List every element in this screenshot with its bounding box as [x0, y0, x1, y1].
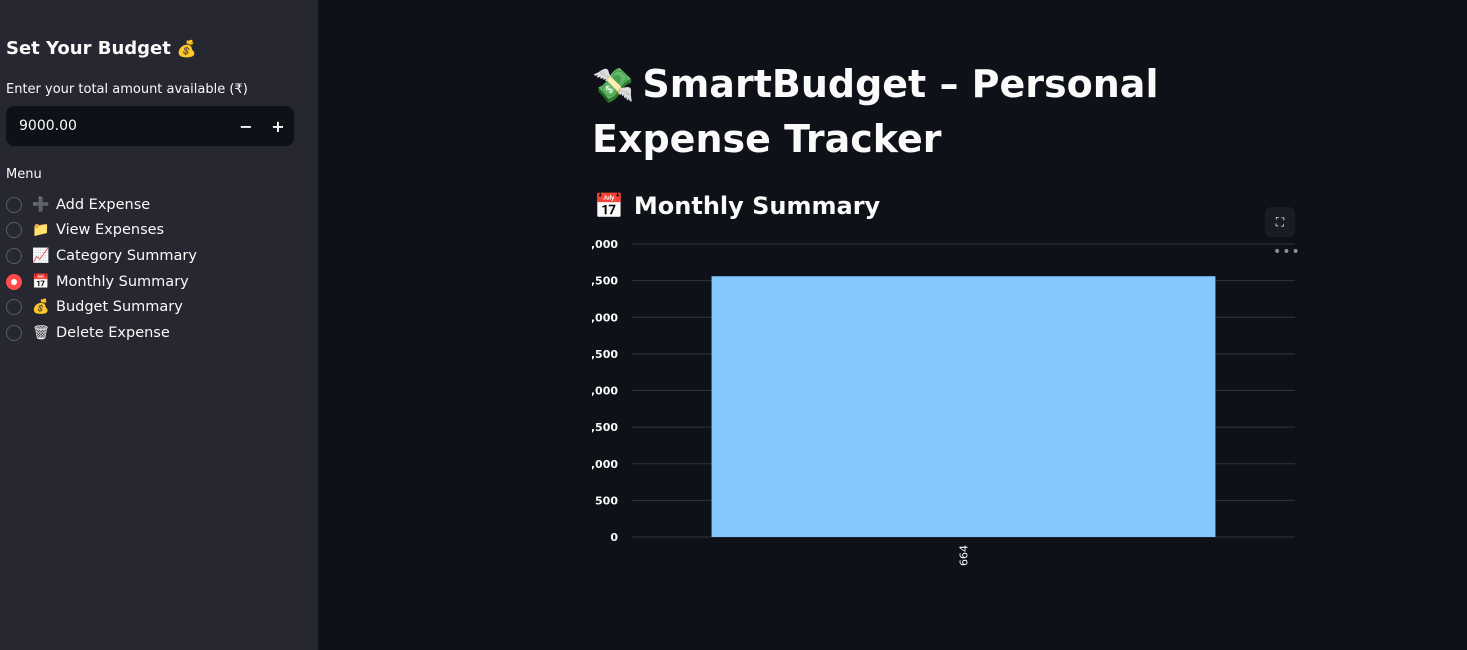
y-tick-label: 0 — [610, 531, 618, 544]
sidebar: Set Your Budget 💰 Enter your total amoun… — [0, 0, 318, 650]
menu-item-budget-summary[interactable]: 💰 Budget Summary — [6, 294, 197, 320]
radio-button[interactable] — [6, 299, 22, 316]
amount-input[interactable] — [6, 118, 230, 134]
y-tick-label: 3,000 — [592, 311, 618, 324]
radio-button[interactable] — [6, 324, 22, 341]
menu-item-icon: ➕ — [32, 196, 50, 213]
radio-button[interactable] — [6, 196, 22, 213]
menu-label: Menu — [6, 167, 42, 182]
decrement-button[interactable]: − — [230, 106, 262, 146]
calendar-icon: 📅 — [594, 192, 624, 220]
y-tick-label: 2,000 — [592, 385, 618, 398]
money-with-wings-icon: 💸 — [592, 66, 635, 106]
radio-button[interactable] — [6, 273, 22, 290]
main-content: 💸 SmartBudget – Personal Expense Tracker … — [318, 0, 1467, 650]
menu-item-label: Delete Expense — [56, 324, 170, 341]
amount-label: Enter your total amount available (₹) — [6, 82, 248, 97]
radio-button[interactable] — [6, 247, 22, 264]
y-tick-label: 2,500 — [592, 348, 618, 361]
sidebar-title: Set Your Budget 💰 — [6, 38, 197, 59]
page-title-text: SmartBudget – Personal Expense Tracker — [592, 62, 1159, 161]
fullscreen-icon[interactable]: ⛶ — [1265, 207, 1295, 237]
money-bag-icon: 💰 — [176, 38, 197, 58]
menu-item-icon: 📅 — [32, 273, 50, 290]
menu-item-icon: 📈 — [32, 247, 50, 264]
menu-item-label: Budget Summary — [56, 299, 183, 316]
y-tick-label: 3,500 — [592, 275, 618, 288]
menu-item-delete-expense[interactable]: 🗑 Delete Expense — [6, 320, 197, 346]
x-tick-label: 664 — [958, 545, 971, 566]
section-title-text: Monthly Summary — [633, 192, 881, 220]
menu-item-category-summary[interactable]: 📈 Category Summary — [6, 243, 197, 269]
menu-item-add-expense[interactable]: ➕ Add Expense — [6, 192, 197, 218]
menu-item-view-expenses[interactable]: 📁 View Expenses — [6, 218, 197, 244]
y-tick-label: 1,000 — [592, 458, 618, 471]
y-tick-label: 1,500 — [592, 421, 618, 434]
app: Set Your Budget 💰 Enter your total amoun… — [0, 0, 1467, 650]
amount-number-input: − + — [6, 106, 294, 146]
sidebar-title-text: Set Your Budget — [6, 38, 171, 59]
bar — [711, 276, 1216, 537]
menu-item-label: Add Expense — [56, 196, 151, 213]
menu-item-label: View Expenses — [56, 222, 165, 239]
menu-item-icon: 💰 — [32, 299, 50, 316]
y-tick-label: 4,000 — [592, 238, 618, 251]
menu-item-monthly-summary[interactable]: 📅 Monthly Summary — [6, 269, 197, 295]
section-title: 📅 Monthly Summary — [594, 192, 880, 220]
menu-item-icon: 🗑 — [32, 324, 50, 341]
radio-button[interactable] — [6, 222, 22, 239]
menu-item-icon: 📁 — [32, 222, 50, 239]
menu-item-label: Monthly Summary — [56, 273, 189, 290]
y-tick-label: 500 — [595, 494, 618, 507]
page-title: 💸 SmartBudget – Personal Expense Tracker — [592, 58, 1192, 166]
increment-button[interactable]: + — [262, 106, 294, 146]
menu-item-label: Category Summary — [56, 247, 197, 264]
monthly-bar-chart: 0 500 1,000 1,500 2,000 2,500 3,000 3,500 4,000 6… — [592, 238, 1295, 566]
menu-radio-group: ➕ Add Expense 📁 View Expenses 📈 Category Summ… — [6, 192, 197, 346]
